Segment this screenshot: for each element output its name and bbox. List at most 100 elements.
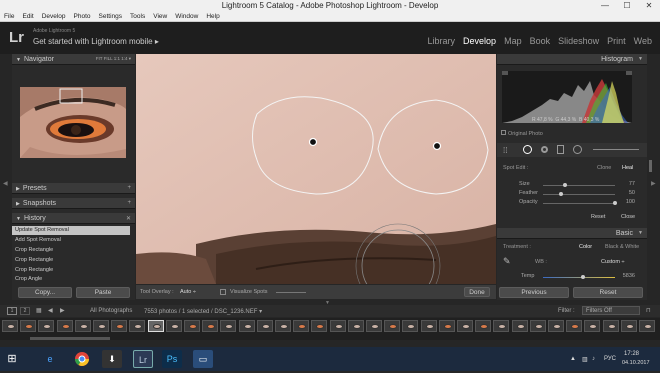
history-item[interactable]: Crop Rectangle xyxy=(12,266,130,275)
filmstrip-thumbnail[interactable] xyxy=(220,320,237,332)
reset-button[interactable]: Reset xyxy=(573,287,643,298)
maximize-button[interactable]: ☐ xyxy=(616,0,638,12)
feather-slider[interactable]: Feather 50 xyxy=(503,190,641,198)
filmstrip-thumbnail[interactable] xyxy=(147,320,164,332)
navigator-zoom-options[interactable]: FIT FILL 1:1 1:4 ▾ xyxy=(96,56,131,62)
filmstrip-thumbnail[interactable] xyxy=(639,320,655,332)
history-item[interactable]: Add Spot Removal xyxy=(12,236,130,245)
clock-date[interactable]: 04.10.2017 xyxy=(622,360,650,366)
crop-tool-icon[interactable]: ⁞⁞ xyxy=(503,146,507,155)
filmstrip-thumbnail[interactable] xyxy=(20,320,37,332)
filmstrip-thumbnail[interactable] xyxy=(275,320,291,332)
histogram-header[interactable]: Histogram ▼ xyxy=(497,54,647,65)
right-panel-toggle-icon[interactable]: ▶ xyxy=(651,180,656,187)
slider-knob[interactable] xyxy=(559,192,563,196)
filmstrip-thumbnail[interactable] xyxy=(202,320,219,332)
white-balance-eyedropper-icon[interactable]: ✎ xyxy=(503,256,511,267)
module-library[interactable]: Library xyxy=(428,36,456,46)
module-map[interactable]: Map xyxy=(504,36,522,46)
menu-file[interactable]: File xyxy=(0,12,18,21)
filmstrip-thumbnail[interactable] xyxy=(74,320,91,332)
filmstrip-thumbnail[interactable] xyxy=(184,320,200,332)
history-header[interactable]: ▼ History ✕ xyxy=(12,213,135,224)
history-item[interactable]: Crop Rectangle xyxy=(12,246,130,255)
spot-close-button[interactable]: Close xyxy=(621,214,635,220)
filmstrip-thumbnail[interactable] xyxy=(457,320,473,332)
spot-removal-tool-icon[interactable] xyxy=(523,145,532,154)
filmstrip-thumbnail[interactable] xyxy=(93,320,109,332)
mobile-promo[interactable]: Get started with Lightroom mobile ▸ xyxy=(33,37,159,46)
filmstrip-thumbnail[interactable] xyxy=(511,320,528,332)
original-photo-toggle[interactable]: Original Photo xyxy=(501,130,543,137)
heal-option[interactable]: Heal xyxy=(622,165,633,171)
language-indicator[interactable]: РУС xyxy=(604,356,616,362)
treatment-bw[interactable]: Black & White xyxy=(605,244,639,250)
menu-settings[interactable]: Settings xyxy=(95,12,127,21)
histogram-graph[interactable] xyxy=(502,71,632,123)
filmstrip-thumbnail[interactable] xyxy=(420,320,437,332)
filmstrip-thumbnail[interactable] xyxy=(475,320,492,332)
filmstrip-thumbnail[interactable] xyxy=(347,320,364,332)
desktop-window-icon[interactable]: ▭ xyxy=(193,350,213,368)
clock-time[interactable]: 17:28 xyxy=(624,351,639,357)
copy-button[interactable]: Copy... xyxy=(18,287,72,298)
module-slideshow[interactable]: Slideshow xyxy=(558,36,599,46)
page-1-button[interactable]: 1 xyxy=(7,307,17,315)
photo-canvas[interactable] xyxy=(136,54,496,284)
treatment-color[interactable]: Color xyxy=(579,244,592,250)
filmstrip-thumbnail[interactable] xyxy=(311,320,328,332)
presets-header[interactable]: ▶ Presets + xyxy=(12,183,135,194)
temp-slider[interactable]: Temp 5836 xyxy=(503,273,641,281)
filmstrip-thumbnail[interactable] xyxy=(256,320,273,332)
adjustment-brush-slider[interactable] xyxy=(593,149,639,150)
tray-arrow-icon[interactable]: ▲ xyxy=(570,356,576,362)
history-item[interactable]: Crop Rectangle xyxy=(12,256,130,265)
filmstrip-thumbnail[interactable] xyxy=(129,320,146,332)
tool-overlay-select[interactable]: Auto ÷ xyxy=(180,289,196,295)
filmstrip-thumbnail[interactable] xyxy=(584,320,601,332)
spot-reset-button[interactable]: Reset xyxy=(591,214,605,220)
module-develop[interactable]: Develop xyxy=(463,36,496,46)
navigator-preview[interactable] xyxy=(20,87,126,158)
menu-help[interactable]: Help xyxy=(202,12,223,21)
history-item[interactable]: Update Spot Removal xyxy=(12,226,130,235)
back-arrow-icon[interactable]: ◀ xyxy=(48,307,53,314)
filmstrip-thumbnail[interactable] xyxy=(602,320,619,332)
wb-select[interactable]: Custom ÷ xyxy=(601,259,625,265)
basic-header[interactable]: Basic ▼ xyxy=(497,228,647,239)
done-button[interactable]: Done xyxy=(464,287,490,297)
size-slider[interactable]: Size 77 xyxy=(503,181,641,189)
lightroom-taskbar-icon[interactable]: Lr xyxy=(133,350,153,368)
menu-window[interactable]: Window xyxy=(171,12,202,21)
graduated-filter-icon[interactable] xyxy=(557,145,564,154)
filmstrip-thumbnail[interactable] xyxy=(293,320,310,332)
radial-filter-icon[interactable] xyxy=(573,145,582,154)
module-web[interactable]: Web xyxy=(634,36,652,46)
filter-select[interactable]: Filters Off xyxy=(582,306,640,315)
downloads-icon[interactable]: ⬇ xyxy=(102,350,122,368)
filmstrip-scrollbar[interactable] xyxy=(30,337,110,340)
grid-view-icon[interactable]: ▦ xyxy=(36,307,42,314)
filmstrip-thumbnail[interactable] xyxy=(493,320,510,332)
navigator-header[interactable]: ▼ Navigator FIT FILL 1:1 1:4 ▾ xyxy=(12,54,135,65)
clone-option[interactable]: Clone xyxy=(597,165,611,171)
filmstrip-thumbnail[interactable] xyxy=(384,320,401,332)
slider-knob[interactable] xyxy=(613,201,617,205)
menu-photo[interactable]: Photo xyxy=(70,12,95,21)
close-button[interactable]: ✕ xyxy=(638,0,660,12)
network-icon[interactable]: ▥ xyxy=(582,356,588,363)
menu-view[interactable]: View xyxy=(149,12,171,21)
opacity-slider[interactable]: Opacity 100 xyxy=(503,199,641,207)
photoshop-taskbar-icon[interactable]: Ps xyxy=(162,350,182,368)
internet-explorer-icon[interactable]: e xyxy=(40,350,60,368)
visualize-spots-checkbox[interactable] xyxy=(220,289,226,295)
module-book[interactable]: Book xyxy=(530,36,551,46)
red-eye-tool-icon[interactable] xyxy=(541,146,548,153)
filmstrip-thumbnail[interactable] xyxy=(438,320,455,332)
filmstrip-thumbnail[interactable] xyxy=(402,320,419,332)
filmstrip-thumbnail[interactable] xyxy=(566,320,583,332)
filmstrip-thumbnail[interactable] xyxy=(238,320,255,332)
slider-knob[interactable] xyxy=(580,275,585,279)
filmstrip-thumbnail[interactable] xyxy=(165,320,182,332)
filmstrip-thumbnail[interactable] xyxy=(56,320,73,332)
